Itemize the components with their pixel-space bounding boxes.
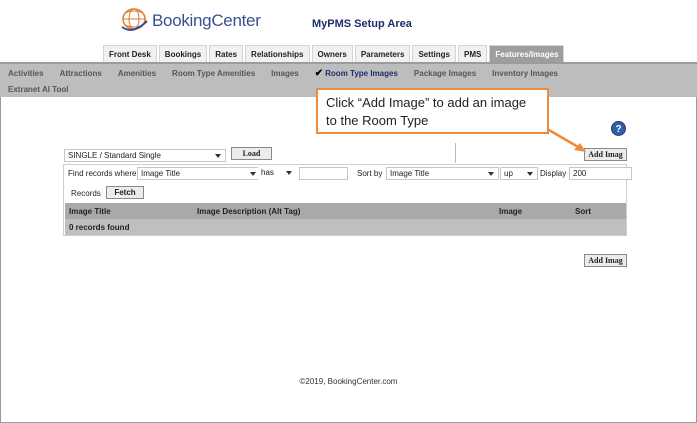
search-input[interactable] [299, 167, 348, 180]
table-row: 0 records found [65, 219, 626, 235]
tab-front-desk[interactable]: Front Desk [103, 45, 157, 63]
main-tabs: Front Desk Bookings Rates Relationships … [103, 45, 566, 63]
records-panel: Find records where Image Title has Sort … [63, 164, 632, 236]
tab-relationships[interactable]: Relationships [245, 45, 310, 63]
chevron-down-icon [527, 172, 533, 176]
subnav-item-inventory-images[interactable]: Inventory Images [484, 66, 566, 82]
sort-field-select[interactable]: Image Title [386, 167, 499, 180]
top-header: BookingCenter MyPMS Setup Area Front Des… [0, 0, 697, 70]
room-type-select[interactable]: SINGLE / Standard Single [64, 149, 226, 162]
subnav-item-amenities[interactable]: Amenities [110, 66, 164, 82]
chevron-down-icon [215, 154, 221, 158]
subnav-item-activities[interactable]: Activities [0, 66, 52, 82]
sort-by-label: Sort by [357, 169, 383, 178]
empty-records-message: 0 records found [69, 223, 130, 232]
sort-field-value: Image Title [390, 169, 430, 178]
tab-parameters[interactable]: Parameters [354, 45, 411, 63]
chevron-down-icon [286, 171, 292, 175]
subnav-row: Activities Attractions Amenities Room Ty… [0, 66, 566, 82]
column-header-sort[interactable]: Sort [575, 207, 591, 216]
chevron-down-icon [250, 172, 256, 176]
filter-field-select[interactable]: Image Title [137, 167, 261, 180]
tab-features-images[interactable]: Features/Images [489, 45, 565, 63]
bookingcenter-logo[interactable]: BookingCenter [119, 5, 269, 35]
add-image-button-bottom[interactable]: Add Imag [584, 254, 627, 267]
filter-operator-select[interactable]: has [258, 167, 296, 180]
subnav-item-extranet-ai-tool[interactable]: Extranet AI Tool [0, 82, 76, 98]
tab-bookings[interactable]: Bookings [158, 45, 208, 63]
display-count-input[interactable]: 200 [569, 167, 632, 180]
table-header: Image Title Image Description (Alt Tag) … [65, 203, 626, 219]
sort-direction-value: up [504, 169, 513, 178]
tab-pms[interactable]: PMS [458, 45, 488, 63]
subnav-row: Extranet AI Tool [0, 82, 76, 98]
globe-logo-icon [121, 8, 148, 31]
tab-owners[interactable]: Owners [311, 45, 353, 63]
subnav-item-package-images[interactable]: Package Images [406, 66, 484, 82]
chevron-down-icon [488, 172, 494, 176]
subnav-item-attractions[interactable]: Attractions [52, 66, 110, 82]
subnav-item-images[interactable]: Images [263, 66, 307, 82]
filter-field-value: Image Title [141, 169, 181, 178]
filter-operator-value: has [261, 168, 274, 177]
subnav-item-label: Room Type Images [325, 69, 398, 78]
room-type-value: SINGLE / Standard Single [68, 151, 161, 160]
checkmark-icon: ✔ [314, 68, 324, 79]
sort-direction-select[interactable]: up [500, 167, 538, 180]
footer-copyright: ©2019, BookingCenter.com [299, 377, 398, 386]
tab-rates[interactable]: Rates [209, 45, 244, 63]
brand-name: BookingCenter [152, 11, 261, 30]
instruction-callout: Click “Add Image” to add an image to the… [316, 88, 549, 134]
room-type-selector: SINGLE / Standard Single Load [56, 143, 456, 163]
column-header-image-description[interactable]: Image Description (Alt Tag) [197, 207, 300, 216]
column-header-image[interactable]: Image [499, 207, 522, 216]
subnav-item-room-type-amenities[interactable]: Room Type Amenities [164, 66, 263, 82]
find-records-label: Find records where [68, 169, 137, 178]
add-image-button[interactable]: Add Imag [584, 148, 627, 161]
display-label: Display [540, 169, 567, 178]
help-icon[interactable]: ? [611, 121, 626, 136]
records-label: Records [71, 189, 101, 198]
column-header-image-title[interactable]: Image Title [69, 207, 111, 216]
subnav-item-room-type-images[interactable]: ✔ Room Type Images [307, 66, 406, 82]
tab-settings[interactable]: Settings [412, 45, 456, 63]
load-button[interactable]: Load [231, 147, 272, 160]
fetch-button[interactable]: Fetch [106, 186, 144, 199]
page-title: MyPMS Setup Area [312, 18, 412, 30]
